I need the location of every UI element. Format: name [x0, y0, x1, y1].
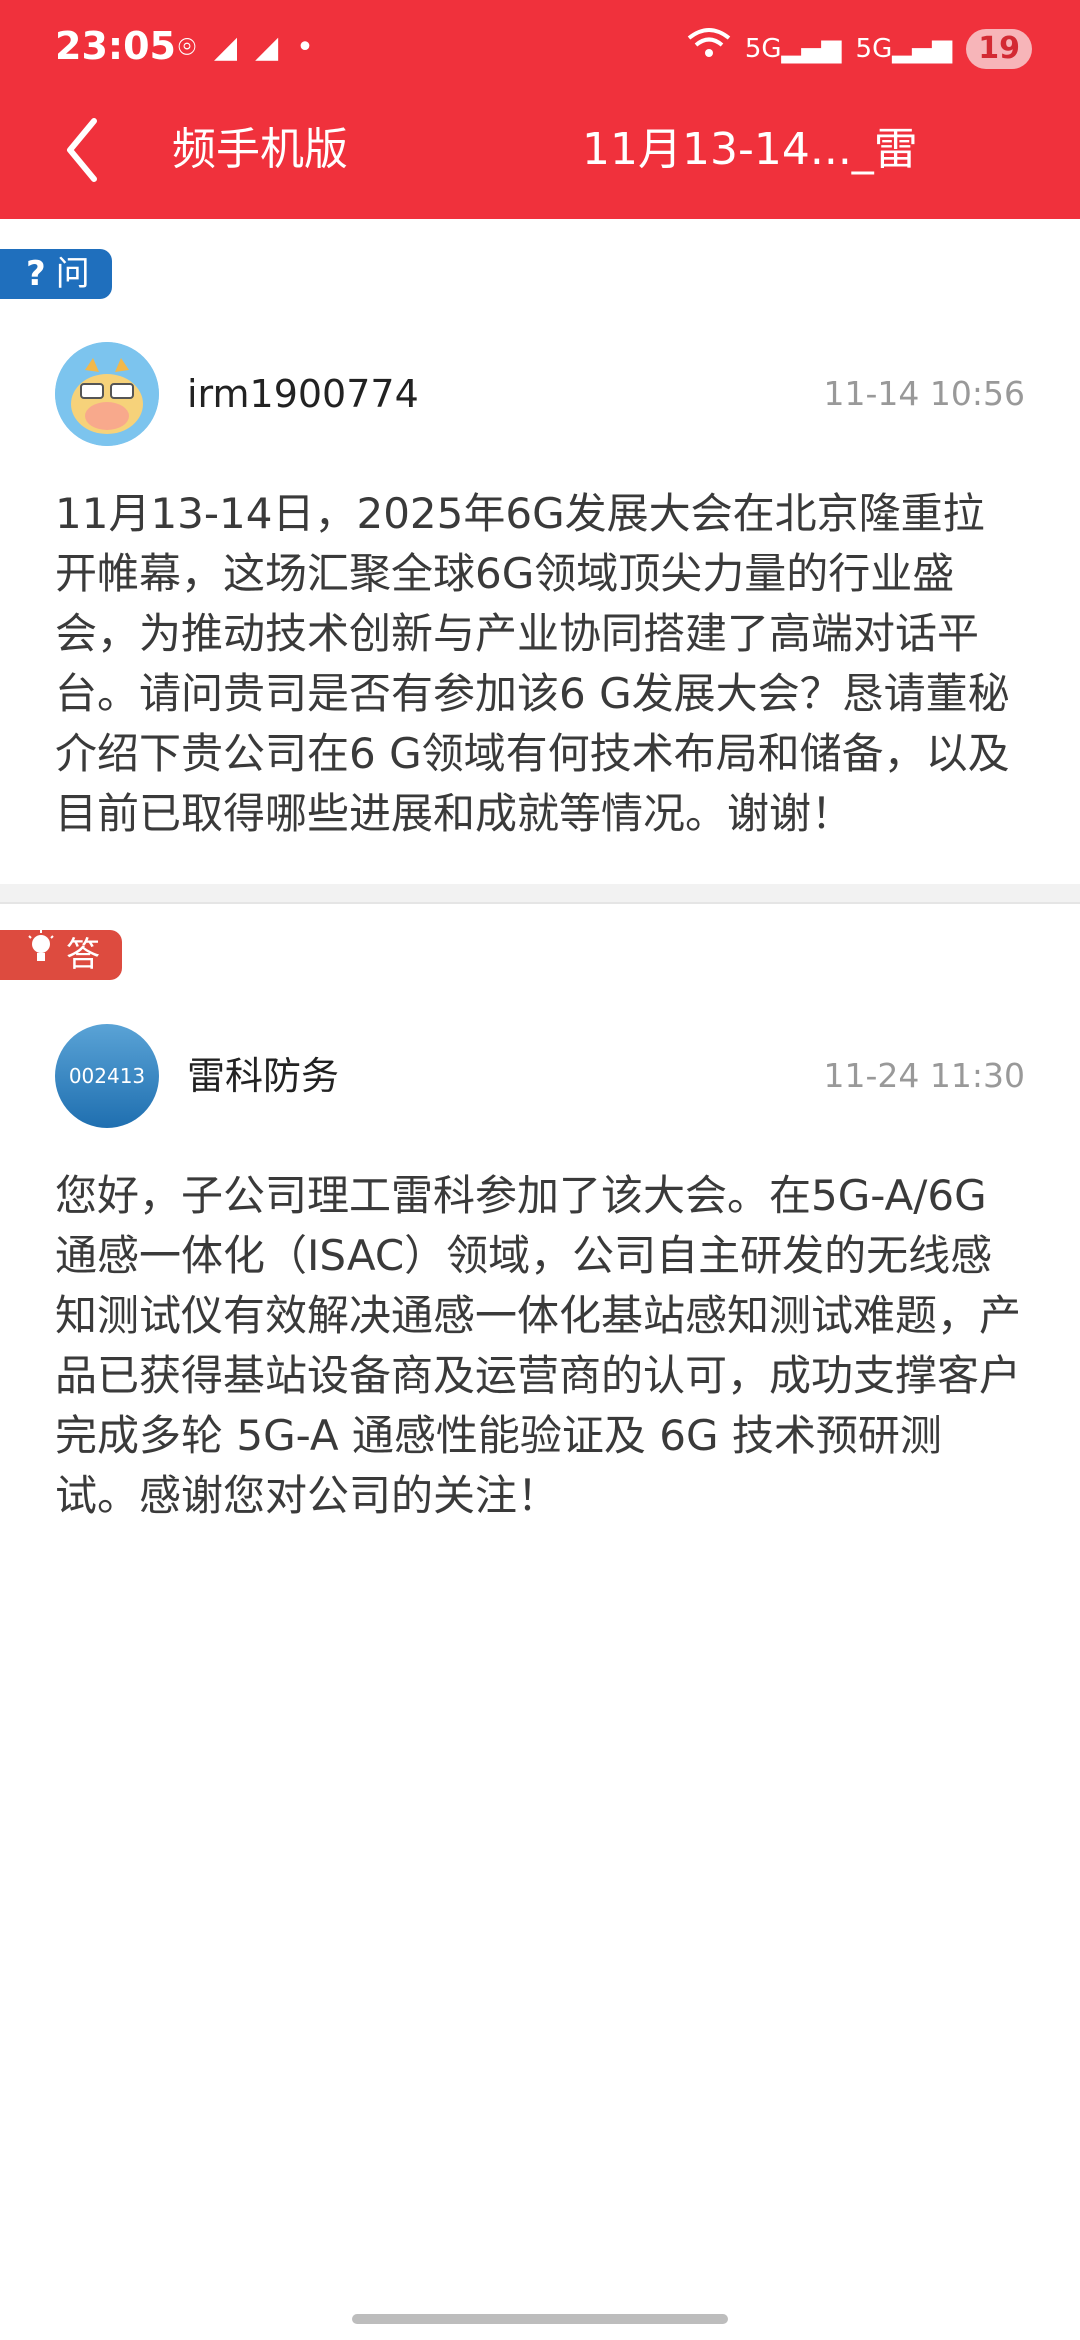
company-avatar[interactable]: 002413 — [55, 1024, 159, 1128]
notification-app-icon-2: ◢ — [255, 30, 279, 65]
answer-author-row: 002413 雷科防务 11-24 11:30 — [55, 1024, 1025, 1128]
question-author-name[interactable]: irm1900774 — [187, 368, 419, 420]
question-author-row: irm1900774 11-14 10:56 — [55, 342, 1025, 446]
section-divider — [0, 884, 1080, 904]
page-title: 11月13-14..._雷 — [582, 124, 918, 175]
signal-icon-2: 5G▂▄▆ — [855, 34, 953, 64]
question-tag: ? 问 — [0, 249, 112, 299]
back-arrow-icon[interactable] — [62, 115, 102, 185]
screen-capture-icon: ⌾ — [178, 30, 196, 65]
avatar[interactable] — [55, 342, 159, 446]
nav-left-title: 频手机版 — [172, 124, 348, 175]
answer-tag-label: 答 — [66, 935, 100, 975]
question-tag-label: 问 — [55, 254, 90, 294]
lightbulb-icon — [26, 930, 56, 980]
more-notifications-dot-icon: • — [296, 30, 314, 65]
status-time: 23:05 — [55, 24, 176, 68]
question-timestamp: 11-14 10:56 — [823, 374, 1025, 413]
wifi-icon — [687, 26, 731, 72]
home-indicator[interactable] — [352, 2314, 728, 2324]
answer-content: 您好，子公司理工雷科参加了该大会。在5G-A/6G通感一体化（ISAC）领域，公… — [55, 1171, 1022, 1520]
notification-app-icon: ◢ — [214, 30, 238, 65]
answer-tag: 答 — [0, 930, 122, 980]
answer-timestamp: 11-24 11:30 — [823, 1056, 1025, 1095]
top-bar: 23:05 ⌾ ◢ ◢ • 5G▂▄▆ 5G▂▄▆ 19 频手机版 11月13-… — [0, 0, 1080, 219]
answer-author-name[interactable]: 雷科防务 — [187, 1050, 339, 1102]
question-mark-icon: ? — [26, 254, 46, 294]
signal-icon-1: 5G▂▄▆ — [744, 34, 842, 64]
battery-indicator: 19 — [966, 29, 1032, 69]
status-icons-left: ⌾ ◢ ◢ • — [178, 28, 314, 68]
status-icons-right: 5G▂▄▆ 5G▂▄▆ 19 — [687, 26, 1032, 72]
question-content: 11月13-14日，2025年6G发展大会在北京隆重拉开帷幕，这场汇聚全球6G领… — [55, 489, 1010, 838]
